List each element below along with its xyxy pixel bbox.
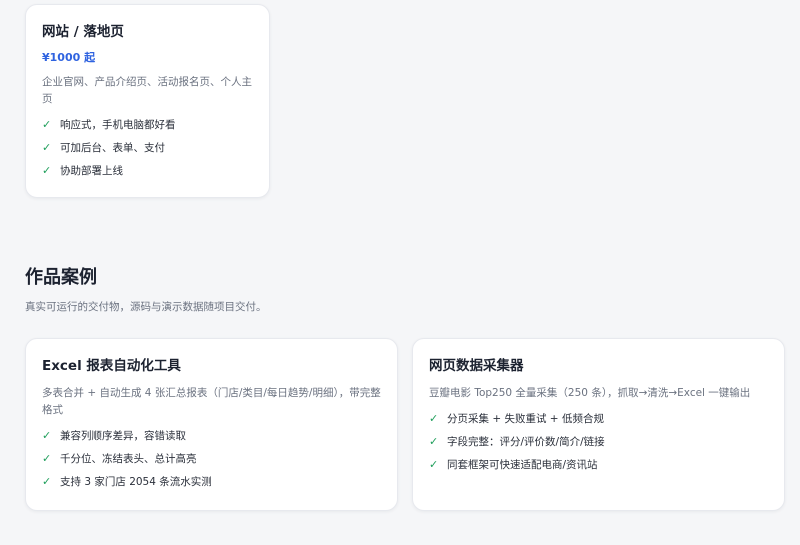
- case-card-title: Excel 报表自动化工具: [42, 358, 181, 374]
- pricing-card-title: 网站 / 落地页: [42, 24, 124, 40]
- case-card-web-scraper: 网页数据采集器 豆瓣电影 Top250 全量采集（250 条），抓取→清洗→Ex…: [412, 338, 785, 511]
- pricing-card-website: 网站 / 落地页 ¥1000 起 企业官网、产品介绍页、活动报名页、个人主页 ✓…: [25, 4, 270, 198]
- check-icon: ✓: [42, 475, 52, 488]
- feature-text: 支持 3 家门店 2054 条流水实测: [60, 476, 212, 488]
- check-icon: ✓: [42, 118, 52, 131]
- check-icon: ✓: [429, 435, 439, 448]
- feature-item: ✓ 分页采集 + 失败重试 + 低频合规: [429, 412, 768, 426]
- portfolio-section-title: 作品案例: [25, 267, 97, 288]
- feature-list: ✓ 分页采集 + 失败重试 + 低频合规 ✓ 字段完整：评分/评价数/简介/链接…: [429, 412, 768, 472]
- feature-item: ✓ 字段完整：评分/评价数/简介/链接: [429, 435, 768, 449]
- check-icon: ✓: [42, 429, 52, 442]
- case-card-description: 多表合并 + 自动生成 4 张汇总报表（门店/类目/每日趋势/明细），带完整格式: [42, 387, 381, 416]
- check-icon: ✓: [42, 141, 52, 154]
- feature-item: ✓ 同套框架可快速适配电商/资讯站: [429, 458, 768, 472]
- feature-text: 千分位、冻结表头、总计高亮: [60, 453, 197, 465]
- feature-text: 可加后台、表单、支付: [60, 142, 165, 154]
- pricing-card-price: ¥1000 起: [42, 51, 96, 64]
- feature-text: 分页采集 + 失败重试 + 低频合规: [447, 413, 604, 425]
- feature-item: ✓ 可加后台、表单、支付: [42, 141, 253, 155]
- case-card-description: 豆瓣电影 Top250 全量采集（250 条），抓取→清洗→Excel 一键输出: [429, 387, 751, 399]
- feature-list: ✓ 响应式，手机电脑都好看 ✓ 可加后台、表单、支付 ✓ 协助部署上线: [42, 118, 253, 178]
- feature-item: ✓ 响应式，手机电脑都好看: [42, 118, 253, 132]
- feature-item: ✓ 支持 3 家门店 2054 条流水实测: [42, 475, 381, 489]
- feature-text: 兼容列顺序差异，容错读取: [60, 430, 186, 442]
- feature-item: ✓ 协助部署上线: [42, 164, 253, 178]
- feature-item: ✓ 兼容列顺序差异，容错读取: [42, 429, 381, 443]
- feature-list: ✓ 兼容列顺序差异，容错读取 ✓ 千分位、冻结表头、总计高亮 ✓ 支持 3 家门…: [42, 429, 381, 489]
- case-card-title: 网页数据采集器: [429, 358, 524, 374]
- feature-text: 同套框架可快速适配电商/资讯站: [447, 459, 598, 471]
- case-card-excel-tool: Excel 报表自动化工具 多表合并 + 自动生成 4 张汇总报表（门店/类目/…: [25, 338, 398, 511]
- check-icon: ✓: [429, 458, 439, 471]
- check-icon: ✓: [429, 412, 439, 425]
- check-icon: ✓: [42, 164, 52, 177]
- feature-item: ✓ 千分位、冻结表头、总计高亮: [42, 452, 381, 466]
- check-icon: ✓: [42, 452, 52, 465]
- pricing-card-description: 企业官网、产品介绍页、活动报名页、个人主页: [42, 76, 252, 105]
- feature-text: 响应式，手机电脑都好看: [60, 119, 176, 131]
- portfolio-section-subtitle: 真实可运行的交付物，源码与演示数据随项目交付。: [25, 301, 267, 313]
- feature-text: 协助部署上线: [60, 165, 123, 177]
- feature-text: 字段完整：评分/评价数/简介/链接: [447, 436, 605, 448]
